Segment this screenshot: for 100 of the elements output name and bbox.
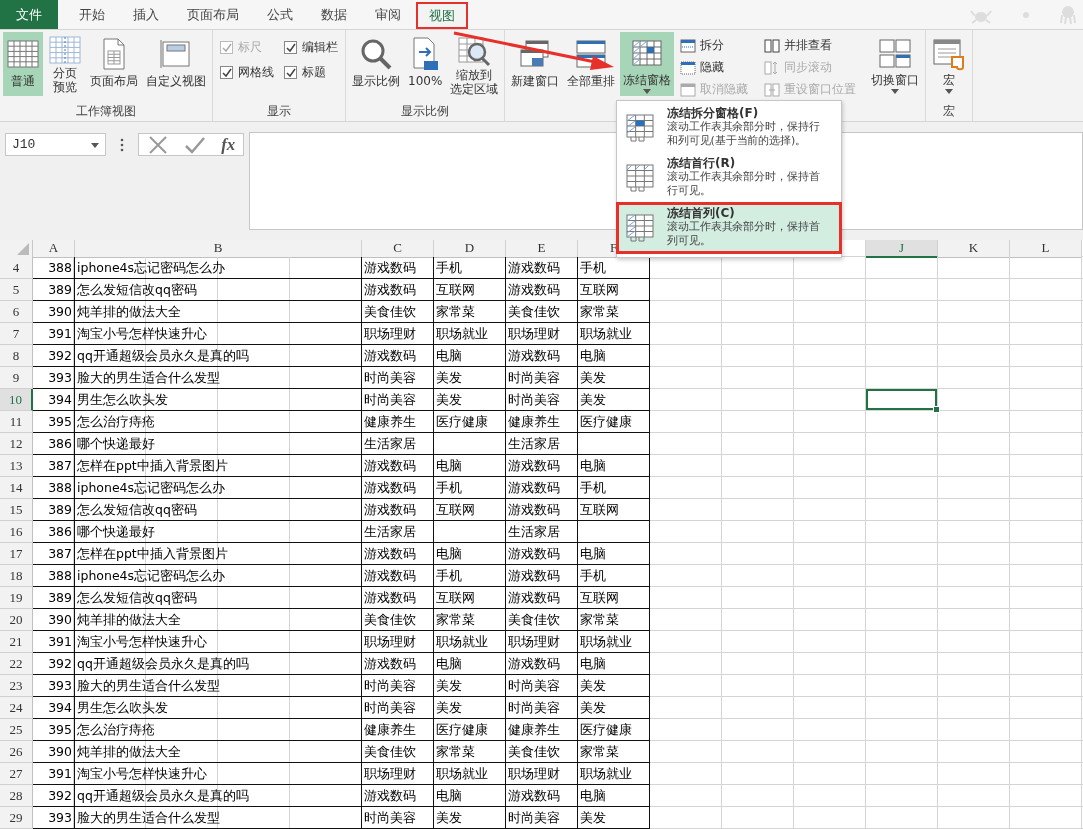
table-cell: 生活家居	[506, 521, 578, 543]
table-cell: 美发	[578, 389, 650, 411]
table-cell: 美食佳饮	[362, 609, 434, 631]
table-cell: 时尚美容	[362, 367, 434, 389]
table-cell: 时尚美容	[506, 675, 578, 697]
table-cell: 家常菜	[578, 609, 650, 631]
table-cell: 电脑	[578, 653, 650, 675]
table-cell: 怎么发短信改qq密码	[75, 587, 362, 609]
menu-item-title: 冻结首列(C)	[667, 206, 736, 220]
table-cell: 游戏数码	[362, 499, 434, 521]
menu-item-title: 冻结拆分窗格(F)	[667, 106, 760, 120]
table-cell: 电脑	[434, 455, 506, 477]
table-cell: qq开通超级会员永久是真的吗	[75, 785, 362, 807]
table-cell: iphone4s忘记密码怎么办	[75, 257, 362, 279]
table-cell: 美发	[434, 367, 506, 389]
table-cell: 家常菜	[434, 301, 506, 323]
table-cell: 美食佳饮	[362, 301, 434, 323]
table-cell: 男生怎么吹头发	[75, 697, 362, 719]
table-cell: 游戏数码	[362, 477, 434, 499]
table-cell: 职场理财	[506, 631, 578, 653]
table-cell: 时尚美容	[506, 807, 578, 829]
table-cell: 电脑	[434, 785, 506, 807]
table-cell: 炖羊排的做法大全	[75, 609, 362, 631]
table-cell: 互联网	[434, 499, 506, 521]
table-cell: 淘宝小号怎样快速升心	[75, 763, 362, 785]
table-cell: 美发	[434, 697, 506, 719]
table-cell: 职场就业	[578, 763, 650, 785]
table-cell: 美食佳饮	[362, 741, 434, 763]
table-cell: 生活家居	[362, 433, 434, 455]
table-cell: 家常菜	[434, 609, 506, 631]
table-cell: 美食佳饮	[506, 741, 578, 763]
table-cell: 职场理财	[362, 763, 434, 785]
table-cell: 387	[33, 543, 75, 565]
table-cell: 互联网	[578, 587, 650, 609]
table-cell: 游戏数码	[506, 499, 578, 521]
table-cell: 389	[33, 587, 75, 609]
table-cell: 电脑	[434, 653, 506, 675]
table-cell: 电脑	[578, 543, 650, 565]
table-cell: 游戏数码	[362, 345, 434, 367]
table-cell: 淘宝小号怎样快速升心	[75, 323, 362, 345]
table-cell: 手机	[578, 477, 650, 499]
table-cell: 手机	[434, 477, 506, 499]
table-cell: 职场理财	[506, 323, 578, 345]
table-cell: 职场就业	[578, 323, 650, 345]
group-label: 工作簿视图	[76, 102, 136, 120]
table-cell: 怎样在ppt中插入背景图片	[75, 543, 362, 565]
table-cell: 游戏数码	[506, 587, 578, 609]
table-cell: 男生怎么吹头发	[75, 389, 362, 411]
table-cell: 电脑	[434, 543, 506, 565]
table-cell: 游戏数码	[362, 543, 434, 565]
table-cell: 职场就业	[434, 631, 506, 653]
table-cell: iphone4s忘记密码怎么办	[75, 565, 362, 587]
table-cell: 390	[33, 741, 75, 763]
table-cell: 391	[33, 631, 75, 653]
table-cell: 职场理财	[362, 323, 434, 345]
group-label: 宏	[943, 102, 956, 120]
table-cell: 390	[33, 609, 75, 631]
table-cell: 游戏数码	[362, 785, 434, 807]
table-cell: 游戏数码	[506, 345, 578, 367]
table-cell: 游戏数码	[362, 653, 434, 675]
table-cell: iphone4s忘记密码怎么办	[75, 477, 362, 499]
table-cell: 时尚美容	[362, 807, 434, 829]
table-cell: 游戏数码	[362, 565, 434, 587]
table-cell: 游戏数码	[506, 543, 578, 565]
table-cell: 389	[33, 499, 75, 521]
table-cell: 脸大的男生适合什么发型	[75, 807, 362, 829]
table-cell: 时尚美容	[506, 389, 578, 411]
table-cell: 职场理财	[506, 763, 578, 785]
table-cell: 美发	[434, 389, 506, 411]
table-cell: 美食佳饮	[506, 609, 578, 631]
table-cell: 392	[33, 653, 75, 675]
table-cell: 电脑	[434, 345, 506, 367]
table-cell: 职场就业	[578, 631, 650, 653]
menu-item-description: 滚动工作表其余部分时，保持首行可见。	[667, 170, 820, 198]
table-cell: 家常菜	[578, 741, 650, 763]
table-cell: 游戏数码	[362, 279, 434, 301]
table-cell: 游戏数码	[506, 257, 578, 279]
table-cell: 医疗健康	[578, 719, 650, 741]
table-cell: 393	[33, 367, 75, 389]
table-cell: 时尚美容	[362, 697, 434, 719]
table-cell: 392	[33, 785, 75, 807]
table-cell: 健康养生	[362, 411, 434, 433]
table-cell: 家常菜	[434, 741, 506, 763]
table-cell: 医疗健康	[434, 719, 506, 741]
table-cell: 电脑	[578, 455, 650, 477]
table-cell: 电脑	[578, 345, 650, 367]
table-cell: 生活家居	[362, 521, 434, 543]
table-cell: 美发	[578, 675, 650, 697]
table-cell: 391	[33, 763, 75, 785]
menu-item-description: 滚动工作表其余部分时，保持首列可见。	[667, 220, 820, 248]
table-cell: 手机	[578, 565, 650, 587]
table-cell: 游戏数码	[506, 279, 578, 301]
table-cell: 393	[33, 675, 75, 697]
table-cell: 美发	[578, 697, 650, 719]
table-cell: 390	[33, 301, 75, 323]
table-cell: 电脑	[578, 785, 650, 807]
table-cell: 淘宝小号怎样快速升心	[75, 631, 362, 653]
table-cell: 392	[33, 345, 75, 367]
menu-item-description: 滚动工作表其余部分时，保持行和列可见(基于当前的选择)。	[667, 120, 820, 148]
table-cell: 哪个快递最好	[75, 521, 362, 543]
